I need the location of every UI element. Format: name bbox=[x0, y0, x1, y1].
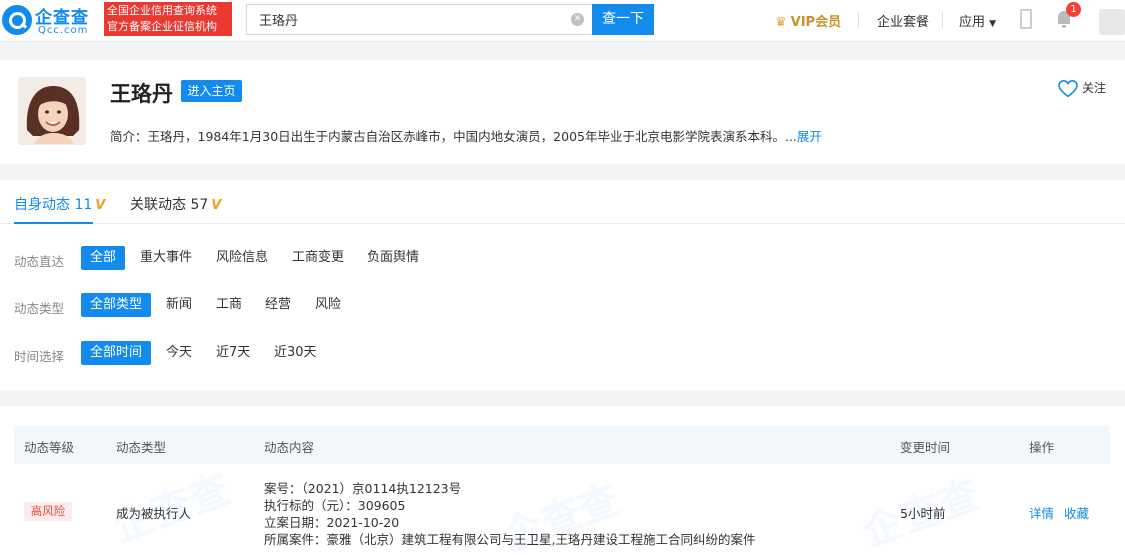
vip-label: VIP会员 bbox=[790, 15, 842, 30]
search-button[interactable]: 查一下 bbox=[592, 4, 654, 35]
nav-apps-label: 应用 bbox=[959, 15, 986, 30]
badge-line-2: 官方备案企业征信机构 bbox=[107, 20, 217, 33]
heart-icon bbox=[1058, 79, 1078, 97]
vip-crown-icon: ♛ bbox=[775, 15, 787, 30]
credit-system-badge: 全国企业信用查询系统 官方备案企业征信机构 bbox=[104, 2, 232, 36]
related-case: 所属案件：豪雅（北京）建筑工程有限公司与王卫星,王珞丹建设工程施工合同纠纷的案件 bbox=[264, 532, 756, 547]
dynamic-type: 成为被执行人 bbox=[116, 506, 192, 521]
enter-homepage-button[interactable]: 进入主页 bbox=[181, 80, 242, 102]
vip-v-icon: V bbox=[211, 198, 222, 213]
nav-apps[interactable]: 应用 ▼ bbox=[959, 11, 996, 30]
table-header: 动态等级 动态类型 动态内容 变更时间 操作 bbox=[14, 426, 1110, 464]
person-avatar bbox=[18, 77, 86, 145]
vip-v-icon: V bbox=[95, 198, 106, 213]
filter-type-risk[interactable]: 风险 bbox=[306, 293, 350, 317]
filter-type-business[interactable]: 工商 bbox=[207, 293, 251, 317]
collect-link[interactable]: 收藏 bbox=[1064, 503, 1089, 522]
tab-related-dynamics-label: 关联动态 57 bbox=[130, 197, 209, 213]
qcc-logo[interactable]: 企查查 Qcc.com bbox=[2, 3, 102, 37]
search-box: ✕ bbox=[246, 4, 592, 35]
th-content: 动态内容 bbox=[264, 440, 315, 455]
th-level: 动态等级 bbox=[24, 440, 75, 455]
filter-time-7days[interactable]: 近7天 bbox=[207, 341, 259, 365]
qcc-logo-icon bbox=[2, 5, 32, 35]
nav-divider bbox=[858, 12, 859, 28]
follow-label: 关注 bbox=[1082, 81, 1107, 95]
filter-label-type: 动态类型 bbox=[14, 301, 65, 316]
filter-time-all[interactable]: 全部时间 bbox=[81, 341, 152, 365]
filter-label-time: 时间选择 bbox=[14, 349, 65, 364]
filter-direct-all[interactable]: 全部 bbox=[81, 246, 126, 270]
nav-divider bbox=[942, 12, 943, 28]
intro-text: 简介：王珞丹，1984年1月30日出生于内蒙古自治区赤峰市，中国内地女演员，20… bbox=[110, 129, 797, 144]
person-profile-card: 王珞丹 进入主页 关注 简介：王珞丹，1984年1月30日出生于内蒙古自治区赤峰… bbox=[0, 60, 1125, 164]
tab-own-dynamics-label: 自身动态 11 bbox=[14, 197, 93, 213]
filter-type-operation[interactable]: 经营 bbox=[256, 293, 300, 317]
mobile-app-icon[interactable] bbox=[1020, 9, 1032, 29]
dynamics-tabs: 自身动态 11 V 关联动态 57 V bbox=[0, 180, 1125, 224]
th-type: 动态类型 bbox=[116, 440, 167, 455]
filter-direct-major[interactable]: 重大事件 bbox=[131, 246, 201, 270]
th-time: 变更时间 bbox=[900, 440, 951, 455]
filter-type-news[interactable]: 新闻 bbox=[157, 293, 201, 317]
person-name: 王珞丹 bbox=[110, 82, 173, 106]
nav-enterprise-package[interactable]: 企业套餐 bbox=[877, 11, 929, 30]
search-input[interactable] bbox=[247, 5, 547, 34]
person-intro: 简介：王珞丹，1984年1月30日出生于内蒙古自治区赤峰市，中国内地女演员，20… bbox=[110, 126, 822, 145]
top-header: 企查查 Qcc.com 全国企业信用查询系统 官方备案企业征信机构 ✕ 查一下 … bbox=[0, 0, 1125, 42]
th-actions: 操作 bbox=[1029, 440, 1055, 455]
risk-level-badge: 高风险 bbox=[24, 502, 72, 521]
filter-direct-risk[interactable]: 风险信息 bbox=[207, 246, 277, 270]
tab-own-dynamics[interactable]: 自身动态 11 V bbox=[14, 194, 105, 214]
filter-type-all[interactable]: 全部类型 bbox=[81, 293, 152, 317]
badge-line-1: 全国企业信用查询系统 bbox=[107, 4, 217, 17]
intro-expand-link[interactable]: 展开 bbox=[797, 129, 822, 144]
dynamics-table: 企查查 企查查 企查查 动态等级 动态类型 动态内容 变更时间 操作 高风险 成… bbox=[0, 406, 1125, 555]
notification-badge: 1 bbox=[1066, 2, 1081, 17]
clear-icon[interactable]: ✕ bbox=[571, 13, 584, 26]
detail-link[interactable]: 详情 bbox=[1029, 503, 1054, 522]
logo-domain: Qcc.com bbox=[38, 25, 89, 36]
filter-label-direct: 动态直达 bbox=[14, 254, 65, 269]
dynamics-filter-panel: 自身动态 11 V 关联动态 57 V 动态直达 全部 重大事件 风险信息 工商变更… bbox=[0, 180, 1125, 390]
change-time: 5小时前 bbox=[900, 506, 946, 521]
filter-direct-business-change[interactable]: 工商变更 bbox=[283, 246, 353, 270]
active-tab-indicator bbox=[14, 222, 93, 224]
follow-button[interactable]: 关注 bbox=[1058, 79, 1106, 98]
user-avatar[interactable] bbox=[1099, 9, 1125, 35]
tab-related-dynamics[interactable]: 关联动态 57 V bbox=[130, 194, 221, 214]
vip-link[interactable]: ♛ VIP会员 bbox=[775, 11, 841, 30]
chevron-down-icon: ▼ bbox=[989, 19, 997, 29]
filter-time-today[interactable]: 今天 bbox=[157, 341, 201, 365]
filter-time-30days[interactable]: 近30天 bbox=[265, 341, 326, 365]
filter-direct-negative-news[interactable]: 负面舆情 bbox=[358, 246, 428, 270]
